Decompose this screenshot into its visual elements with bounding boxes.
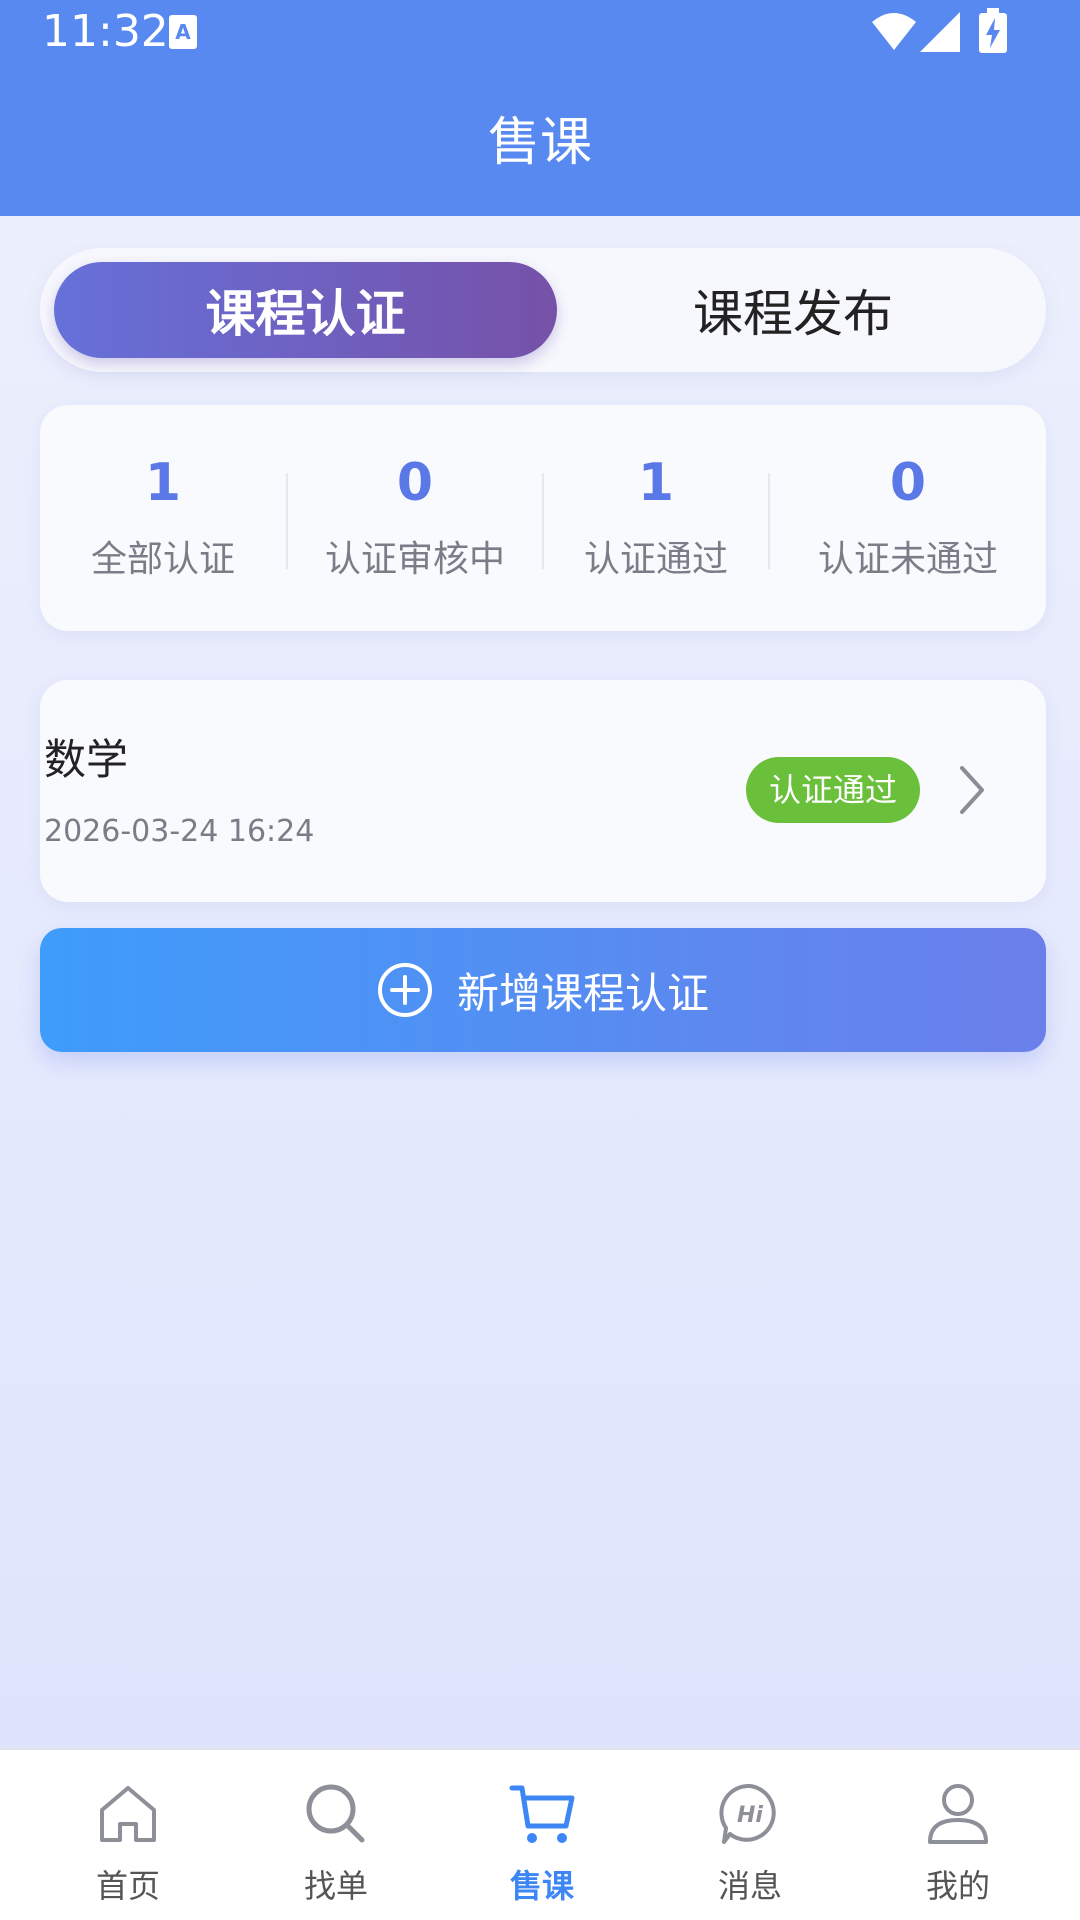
stat-label: 认证审核中 (324, 539, 505, 580)
screen: 11:32 A 售课 课程认证 课程发布 1 全部认证 0 认证审核中 1 认证… (0, 0, 1080, 1920)
record-date: 2026-03-24 16:24 (44, 814, 315, 849)
tab-course-publish[interactable]: 课程发布 (583, 262, 1003, 358)
stat-rejected[interactable]: 0 认证未通过 (770, 405, 1046, 631)
wifi-icon (872, 13, 916, 50)
stat-value: 1 (637, 453, 675, 513)
cart-icon (509, 1785, 575, 1843)
stat-label: 认证通过 (583, 539, 728, 580)
status-badge: 认证通过 (746, 757, 920, 823)
stat-under-review[interactable]: 0 认证审核中 (288, 405, 542, 631)
chevron-right-icon[interactable] (956, 764, 988, 816)
stat-all-certifications[interactable]: 1 全部认证 (40, 405, 286, 631)
signal-icon (920, 12, 960, 52)
status-time: 11:32 (42, 6, 169, 57)
stat-label: 全部认证 (90, 539, 235, 580)
status-bar: 11:32 A (0, 0, 1080, 64)
top-bar: 11:32 A 售课 (0, 0, 1080, 216)
nav-label: 消息 (717, 1867, 782, 1905)
svg-text:Hi: Hi (737, 1803, 763, 1828)
stat-label: 认证未通过 (817, 539, 998, 580)
nav-label: 售课 (509, 1867, 574, 1905)
tab-course-certification[interactable]: 课程认证 (54, 262, 557, 358)
nav-item-sell-courses[interactable]: 售课 (434, 1750, 650, 1920)
stat-value: 0 (889, 453, 927, 513)
stat-approved[interactable]: 1 认证通过 (544, 405, 768, 631)
stats-card: 1 全部认证 0 认证审核中 1 认证通过 0 认证未通过 (40, 405, 1046, 631)
home-icon (100, 1786, 156, 1842)
add-certification-button[interactable]: 新增课程认证 (40, 928, 1046, 1052)
nav-item-find-orders[interactable]: 找单 (228, 1750, 444, 1920)
nav-label: 我的 (925, 1867, 990, 1905)
nav-label: 找单 (303, 1867, 368, 1905)
nav-label: 首页 (95, 1867, 160, 1905)
nav-item-home[interactable]: 首页 (20, 1750, 236, 1920)
stat-value: 1 (144, 453, 182, 513)
message-hi-icon: Hi (719, 1783, 776, 1844)
battery-charging-icon (979, 8, 1007, 53)
add-button-label: 新增课程认证 (456, 968, 709, 1018)
bottom-nav: 首页 找单 售课 Hi 消息 我的 (0, 1748, 1080, 1920)
record-course-name: 数学 (44, 735, 129, 784)
page-title: 售课 (487, 113, 592, 173)
user-icon (928, 1784, 988, 1844)
plus-circle-icon (377, 963, 432, 1017)
segmented-tabs: 课程认证 课程发布 (40, 248, 1046, 372)
search-icon (306, 1784, 365, 1843)
keyboard-a-icon: A (169, 15, 197, 49)
stat-value: 0 (396, 453, 434, 513)
svg-text:A: A (175, 20, 191, 44)
nav-item-messages[interactable]: Hi 消息 (642, 1750, 858, 1920)
nav-item-profile[interactable]: 我的 (850, 1750, 1066, 1920)
